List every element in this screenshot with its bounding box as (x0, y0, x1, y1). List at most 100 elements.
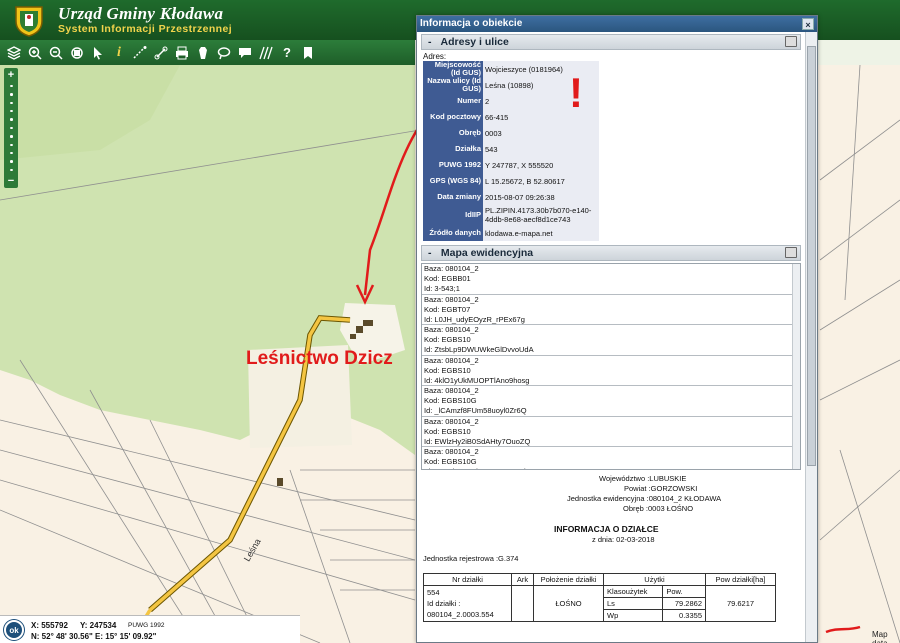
collapse-icon[interactable]: - (428, 35, 438, 49)
coordinate-system: PUWG 1992 (128, 622, 165, 629)
address-value: 2015-08-07 09:26:38 (483, 189, 599, 205)
address-row: Data zmiany 2015-08-07 09:26:38 (423, 189, 599, 205)
panel-body: - Adresy i ulice Adres: Miejscowość (Id … (417, 32, 805, 642)
address-row: Obręb 0003 (423, 125, 599, 141)
address-value: 0003 (483, 125, 599, 141)
address-key: Działka (423, 141, 483, 157)
egib-baza: Baza: 080104_2 (424, 355, 479, 365)
zoom-plus-button[interactable]: + (8, 68, 14, 82)
close-icon[interactable]: × (802, 18, 814, 30)
register-unit: Jednostka rejestrowa :G.374 (423, 554, 519, 563)
object-info-panel: Informacja o obiekcie × - Adresy i ulice… (416, 15, 818, 643)
uzytek-class: Wp (602, 609, 664, 622)
egib-id: Id: 3-543;1 (424, 284, 460, 293)
zoom-slider[interactable]: + − (4, 68, 18, 188)
egib-scrollbar[interactable] (792, 264, 800, 469)
egib-baza: Baza: 080104_2 (424, 386, 479, 395)
select-icon[interactable] (89, 44, 107, 62)
link-icon[interactable] (152, 44, 170, 62)
section-egib-header[interactable]: - Mapa ewidencyjna (421, 245, 801, 261)
lasso-icon[interactable] (215, 44, 233, 62)
egib-entry[interactable]: Baza: 080104_2Kod: EGBS10GId: uTSFbXB9Ek… (422, 447, 800, 469)
uzytek-class: Ls (602, 597, 664, 610)
uzytek-area: 0.3355 (662, 609, 706, 622)
address-row: IdIIP PL.ZIPIN.4173.30b7b070-e140-4ddb-8e… (423, 205, 599, 225)
app-subtitle: System Informacji Przestrzennej (58, 23, 233, 35)
address-key: Kod pocztowy (423, 109, 483, 125)
address-key: Nazwa ulicy (Id GUS) (423, 77, 483, 93)
egib-baza: Baza: 080104_2 (424, 447, 479, 456)
egib-kod: Kod: EGBB01 (424, 274, 471, 283)
uzytek-area: 79.2862 (662, 597, 706, 610)
panel-scrollbar[interactable] (805, 32, 817, 642)
printer-icon[interactable] (785, 36, 797, 47)
ok-button[interactable]: ok (4, 620, 24, 640)
comment-icon[interactable] (236, 44, 254, 62)
subcol-klasouzytek: Klasoużytek (602, 585, 664, 598)
gps-coordinate: N: 52° 48' 30.56" E: 15° 15' 09.92" (31, 632, 157, 641)
egib-baza: Baza: 080104_2 (424, 325, 479, 334)
panel-scroll-thumb[interactable] (807, 46, 816, 466)
zoom-minus-button[interactable]: − (8, 174, 14, 188)
address-key: Data zmiany (423, 189, 483, 205)
address-key: Numer (423, 93, 483, 109)
col-pow: Pow działki[ha] (705, 573, 776, 586)
collapse-icon[interactable]: - (428, 246, 438, 260)
coordinate-bar: ok X: 555792 Y: 247534 PUWG 1992 N: 52° … (0, 615, 300, 643)
egib-entry[interactable]: Baza: 080104_2 Kod: EGBB01 Id: 3-543;1 (422, 264, 800, 295)
address-row: Źródło danych klodawa.e-mapa.net (423, 225, 599, 241)
address-row: Działka 543 (423, 141, 599, 157)
col-polozenie: Położenie działki (533, 573, 604, 586)
sheet-date: z dnia: 02-03-2018 (592, 535, 655, 544)
zoom-in-icon[interactable] (26, 44, 44, 62)
parcel-ark (511, 585, 534, 622)
parcel-table: Nr działki Ark Położenie działki Użytki … (423, 573, 776, 622)
address-key: Źródło danych (423, 225, 483, 241)
section-addresses-title: Adresy i ulice (440, 36, 509, 48)
egib-entry[interactable]: Baza: 080104_2 Kod: EGBS10 Id: ZtsbLp9DWUW… (422, 325, 800, 356)
layers-icon[interactable] (5, 44, 23, 62)
egib-baza: Baza: 080104_2 (424, 264, 479, 273)
print-icon[interactable] (173, 44, 191, 62)
zoom-out-icon[interactable] (47, 44, 65, 62)
forestry-annotation: Leśnictwo Dzicz (246, 348, 393, 369)
col-ark: Ark (511, 573, 534, 586)
hatch-icon[interactable] (257, 44, 275, 62)
egib-entry[interactable]: Baza: 080104_2 Kod: EGBT07 Id: L0JH_udyEOy… (422, 295, 800, 325)
egib-entry[interactable]: Baza: 080104_2 Kod: EGBS10 Id: 4klO1yUkMUO… (422, 355, 800, 386)
egib-kod: Kod: EGBS10 (424, 426, 471, 436)
measure-icon[interactable] (131, 44, 149, 62)
egib-id: Id: _lCAmzf8FUm58uoyl0Zr6Q (424, 406, 527, 415)
egib-kod: Kod: EGBS10 (424, 365, 471, 375)
zoom-extent-icon[interactable] (68, 44, 86, 62)
sheet-heading: INFORMACJA O DZIAŁCE (554, 524, 659, 534)
coffin-icon[interactable] (194, 44, 212, 62)
parcel-id: 080104_2.0003.554 (427, 610, 494, 619)
help-icon[interactable]: ? (278, 44, 296, 62)
address-key: GPS (WGS 84) (423, 173, 483, 189)
egib-id: Id: L0JH_udyEOyzR_rPEx67g (424, 314, 525, 324)
egib-kod: Kod: EGBS10G (424, 396, 477, 405)
egib-list: Baza: 080104_2 Kod: EGBB01 Id: 3-543;1 Baza… (421, 263, 801, 470)
municipality-crest-icon (15, 6, 43, 37)
address-row: PUWG 1992 Y 247787, X 555520 (423, 157, 599, 173)
panel-title[interactable]: Informacja o obiekcie × (417, 16, 817, 32)
x-coordinate: X: 555792 (31, 621, 68, 630)
address-row: GPS (WGS 84) L 15.25672, B 52.80617 (423, 173, 599, 189)
egib-baza: Baza: 080104_2 (424, 416, 479, 426)
address-key: PUWG 1992 (423, 157, 483, 173)
address-value: 543 (483, 141, 599, 157)
printer-icon[interactable] (785, 247, 797, 258)
subcol-pow: Pow. (662, 585, 706, 598)
egib-entry[interactable]: Baza: 080104_2 Kod: EGBS10G Id: _lCAmzf8FU… (422, 386, 800, 417)
app-title: Urząd Gminy Kłodawa (58, 4, 224, 23)
info-icon[interactable]: i (110, 44, 128, 62)
address-key: Obręb (423, 125, 483, 141)
parcel-area-total: 79.6217 (705, 585, 776, 622)
voivodeship: Województwo :LUBUSKIE (599, 474, 687, 483)
bookmark-icon[interactable] (299, 44, 317, 62)
egib-entry[interactable]: Baza: 080104_2 Kod: EGBS10 Id: EWlzHy2iB0S… (422, 416, 800, 447)
map-toolbar: i ? (0, 40, 415, 65)
egib-id: Id: 4klO1yUkMUOPTlAno9hosg (424, 375, 530, 385)
section-addresses-header[interactable]: - Adresy i ulice (421, 34, 801, 50)
